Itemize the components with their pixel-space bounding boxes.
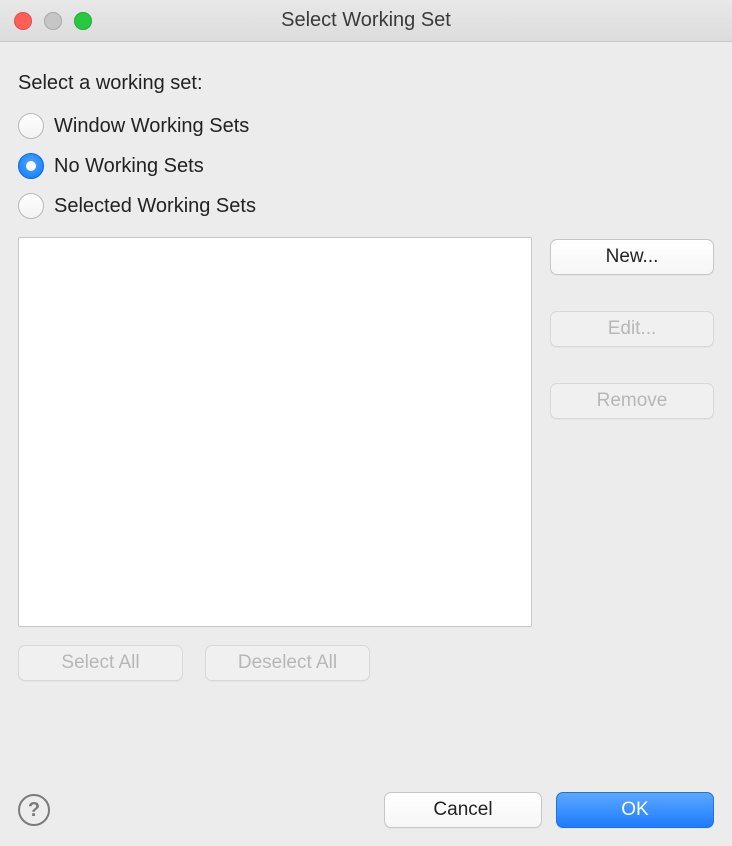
radio-label: No Working Sets: [54, 155, 204, 178]
cancel-button[interactable]: Cancel: [384, 792, 542, 828]
titlebar: Select Working Set: [0, 0, 732, 42]
zoom-window-button[interactable]: [74, 12, 92, 30]
select-all-button[interactable]: Select All: [18, 645, 183, 681]
dialog-footer: ? Cancel OK: [18, 792, 714, 828]
deselect-all-button[interactable]: Deselect All: [205, 645, 370, 681]
dialog-content: Select a working set: Window Working Set…: [0, 42, 732, 681]
window-title: Select Working Set: [0, 9, 732, 32]
middle-panel: New... Edit... Remove: [18, 237, 714, 627]
radio-no-working-sets[interactable]: No Working Sets: [18, 153, 714, 179]
radio-icon: [18, 113, 44, 139]
new-button[interactable]: New...: [550, 239, 714, 275]
working-sets-listbox[interactable]: [18, 237, 532, 627]
edit-button[interactable]: Edit...: [550, 311, 714, 347]
radio-label: Selected Working Sets: [54, 195, 256, 218]
help-icon[interactable]: ?: [18, 794, 50, 826]
ok-button[interactable]: OK: [556, 792, 714, 828]
remove-button[interactable]: Remove: [550, 383, 714, 419]
side-buttons: New... Edit... Remove: [550, 237, 714, 627]
radio-icon: [18, 153, 44, 179]
radio-selected-working-sets[interactable]: Selected Working Sets: [18, 193, 714, 219]
working-set-radio-group: Window Working Sets No Working Sets Sele…: [18, 113, 714, 219]
radio-window-working-sets[interactable]: Window Working Sets: [18, 113, 714, 139]
traffic-lights: [14, 12, 92, 30]
close-window-button[interactable]: [14, 12, 32, 30]
radio-label: Window Working Sets: [54, 115, 249, 138]
radio-icon: [18, 193, 44, 219]
select-buttons-row: Select All Deselect All: [18, 645, 714, 681]
minimize-window-button[interactable]: [44, 12, 62, 30]
prompt-label: Select a working set:: [18, 72, 714, 95]
